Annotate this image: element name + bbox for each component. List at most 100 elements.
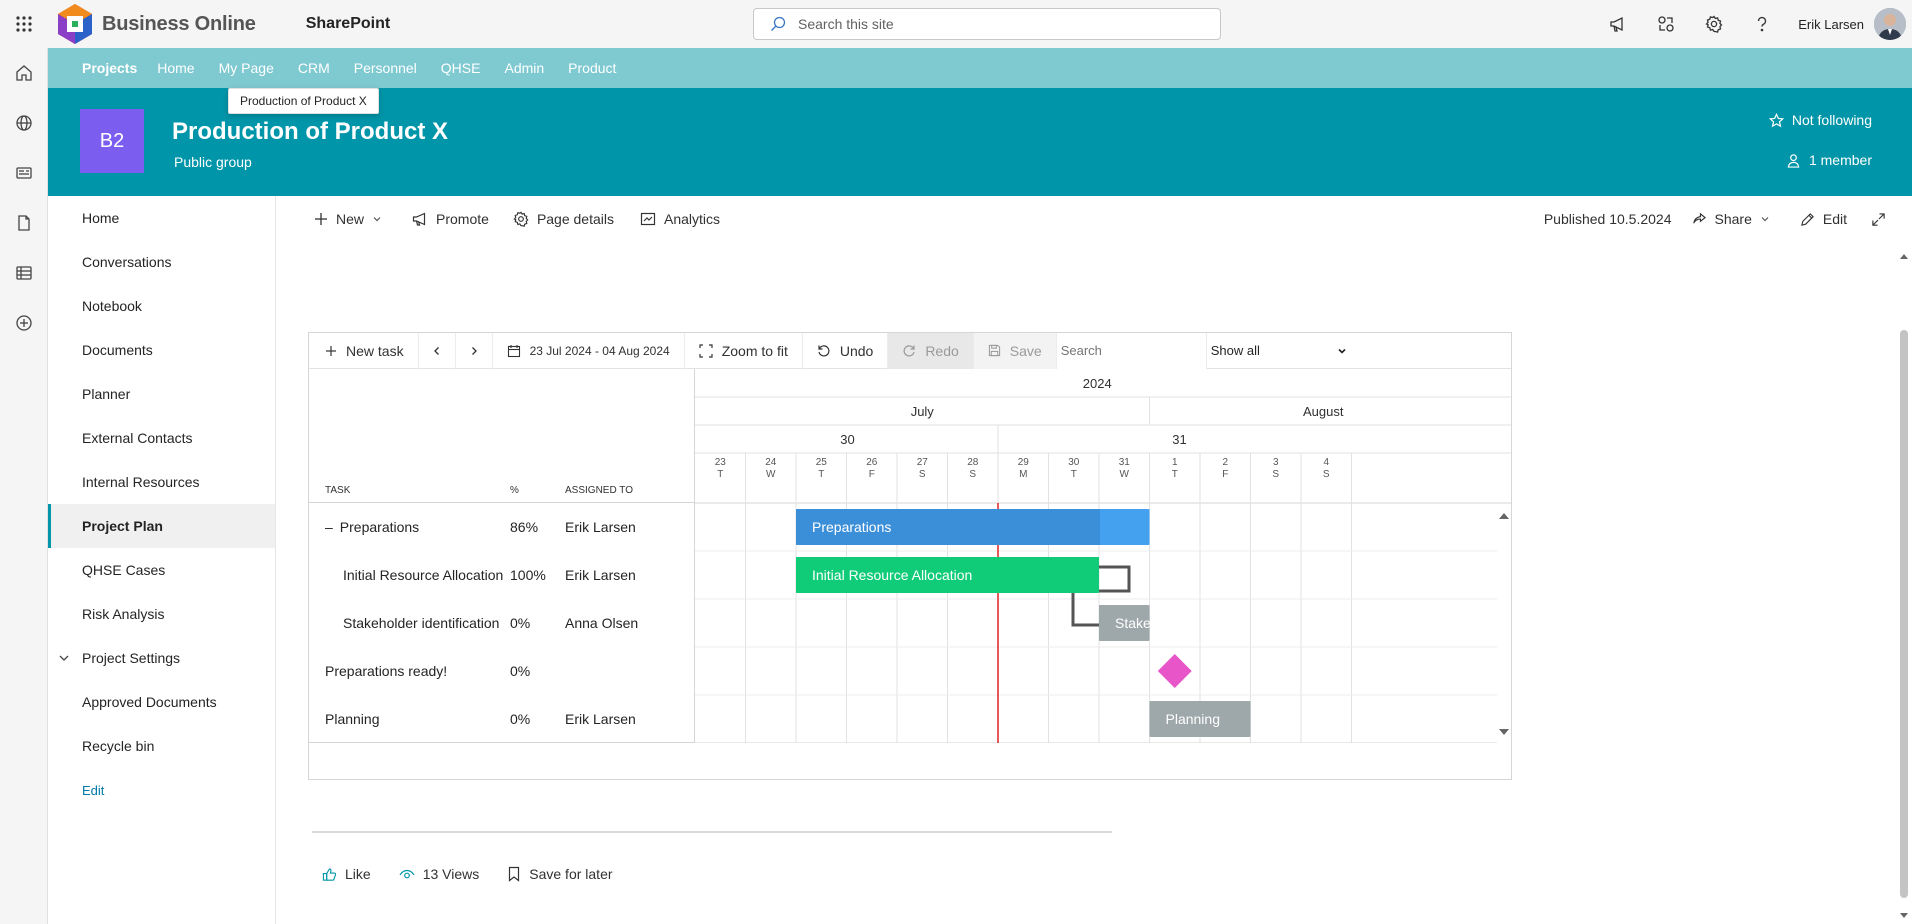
day-number-label: 31 [1119, 457, 1131, 468]
nav-item-notebook[interactable]: Notebook [48, 284, 275, 328]
save-for-later-button[interactable]: Save for later [507, 866, 613, 882]
nav-item-documents[interactable]: Documents [48, 328, 275, 372]
nav-edit-link[interactable]: Edit [48, 768, 275, 812]
nav-item-recycle-bin[interactable]: Recycle bin [48, 724, 275, 768]
analytics-button[interactable]: Analytics [640, 211, 720, 227]
site-logo[interactable]: B2 [80, 109, 144, 173]
table-row[interactable]: Initial Resource Allocation 100% Erik La… [309, 551, 694, 599]
edit-button[interactable]: Edit [1800, 211, 1847, 227]
document-icon[interactable] [0, 198, 48, 248]
previous-range-button[interactable] [419, 332, 456, 369]
hubnav-qhse[interactable]: QHSE [441, 60, 481, 76]
task-name: Stakeholder identification [343, 615, 500, 631]
undo-button[interactable]: Undo [803, 332, 889, 369]
day-number-label: 26 [866, 457, 878, 468]
thumbs-up-icon [322, 867, 337, 882]
next-range-button[interactable] [456, 332, 493, 369]
megaphone-icon [412, 211, 428, 227]
lists-icon[interactable] [0, 248, 48, 298]
day-number-label: 24 [765, 457, 777, 468]
create-add-icon[interactable] [0, 298, 48, 348]
scroll-down-arrow-icon[interactable] [1896, 910, 1912, 922]
home-icon[interactable] [0, 48, 48, 98]
connections-icon[interactable] [1642, 0, 1690, 48]
nav-item-home[interactable]: Home [48, 196, 275, 240]
column-header-percent[interactable]: % [510, 485, 519, 496]
nav-item-external-contacts[interactable]: External Contacts [48, 416, 275, 460]
hubnav-admin[interactable]: Admin [504, 60, 544, 76]
hubnav-home[interactable]: Home [157, 60, 194, 76]
filter-select[interactable]: Show all [1207, 333, 1355, 369]
page-scrollbar[interactable] [1896, 250, 1912, 924]
analytics-chart-icon [640, 211, 656, 227]
grid-scroll-up-icon [1499, 513, 1509, 519]
chevron-down-icon [372, 214, 382, 224]
hubnav-product[interactable]: Product [568, 60, 616, 76]
chevron-down-icon[interactable] [58, 652, 70, 664]
expand-icon[interactable] [1871, 212, 1886, 227]
members-button[interactable]: 1 member [1786, 152, 1872, 168]
news-icon[interactable] [0, 148, 48, 198]
weekday-label: S [1272, 469, 1279, 480]
plus-icon [325, 345, 337, 357]
save-for-later-label: Save for later [529, 866, 613, 882]
page-details-button[interactable]: Page details [513, 211, 614, 227]
share-button[interactable]: Share [1692, 211, 1770, 227]
scrollbar-thumb[interactable] [1900, 330, 1908, 898]
nav-item-risk-analysis[interactable]: Risk Analysis [48, 592, 275, 636]
day-number-label: 27 [917, 457, 929, 468]
hubnav-personnel[interactable]: Personnel [354, 60, 417, 76]
chevron-down-icon [1337, 346, 1347, 356]
app-launcher-icon[interactable] [0, 0, 48, 48]
table-row[interactable]: – Preparations 86% Erik Larsen [309, 503, 694, 551]
chevron-down-icon [1760, 214, 1770, 224]
new-button[interactable]: New [314, 211, 382, 227]
user-avatar[interactable] [1874, 8, 1906, 40]
save-label: Save [1009, 342, 1042, 359]
divider [312, 831, 1112, 833]
weekday-label: M [1019, 469, 1027, 480]
column-header-task[interactable]: TASK [325, 485, 350, 496]
column-header-assigned[interactable]: ASSIGNED TO [565, 485, 633, 496]
week-label: 30 [840, 432, 854, 447]
table-row[interactable]: Planning 0% Erik Larsen [309, 695, 694, 743]
nav-item-qhse-cases[interactable]: QHSE Cases [48, 548, 275, 592]
date-range-picker[interactable]: 23 Jul 2024 - 04 Aug 2024 [493, 332, 685, 369]
like-button[interactable]: Like [322, 866, 371, 882]
help-icon[interactable] [1738, 0, 1786, 48]
title-tooltip: Production of Product X [228, 88, 379, 114]
megaphone-icon[interactable] [1594, 0, 1642, 48]
nav-item-internal-resources[interactable]: Internal Resources [48, 460, 275, 504]
hubnav-crm[interactable]: CRM [298, 60, 330, 76]
settings-gear-icon[interactable] [1690, 0, 1738, 48]
nav-item-approved-documents[interactable]: Approved Documents [48, 680, 275, 724]
zoom-fit-icon [699, 343, 713, 358]
follow-button[interactable]: Not following [1768, 112, 1872, 128]
app-name[interactable]: SharePoint [306, 15, 390, 33]
gantt-search-input[interactable] [1056, 332, 1207, 369]
new-task-button[interactable]: New task [309, 332, 419, 369]
table-row[interactable]: Preparations ready! 0% [309, 647, 694, 695]
user-name[interactable]: Erik Larsen [1798, 17, 1864, 32]
nav-item-conversations[interactable]: Conversations [48, 240, 275, 284]
zoom-label: Zoom to fit [721, 342, 788, 359]
brand-logo-icon [52, 1, 98, 47]
site-title[interactable]: Production of Product X [172, 118, 448, 146]
scroll-up-arrow-icon[interactable] [1896, 250, 1912, 262]
table-row[interactable]: Stakeholder identification 0% Anna Olsen [309, 599, 694, 647]
promote-button[interactable]: Promote [412, 211, 489, 227]
globe-icon[interactable] [0, 98, 48, 148]
collapse-toggle-icon[interactable]: – [325, 519, 333, 535]
gantt-footer-strip [309, 743, 1511, 779]
nav-item-project-plan[interactable]: Project Plan [48, 504, 275, 548]
nav-item-planner[interactable]: Planner [48, 372, 275, 416]
nav-item-project-settings[interactable]: Project Settings [48, 636, 275, 680]
zoom-to-fit-button[interactable]: Zoom to fit [685, 332, 803, 369]
brand[interactable]: Business Online [48, 1, 256, 47]
task-name: Planning [325, 711, 380, 727]
hubnav-my-page[interactable]: My Page [219, 60, 274, 76]
search-box[interactable]: Search this site [753, 8, 1221, 40]
redo-button[interactable]: Redo [888, 332, 974, 369]
hubnav-projects[interactable]: Projects [82, 60, 137, 76]
save-button[interactable]: Save [973, 332, 1057, 369]
